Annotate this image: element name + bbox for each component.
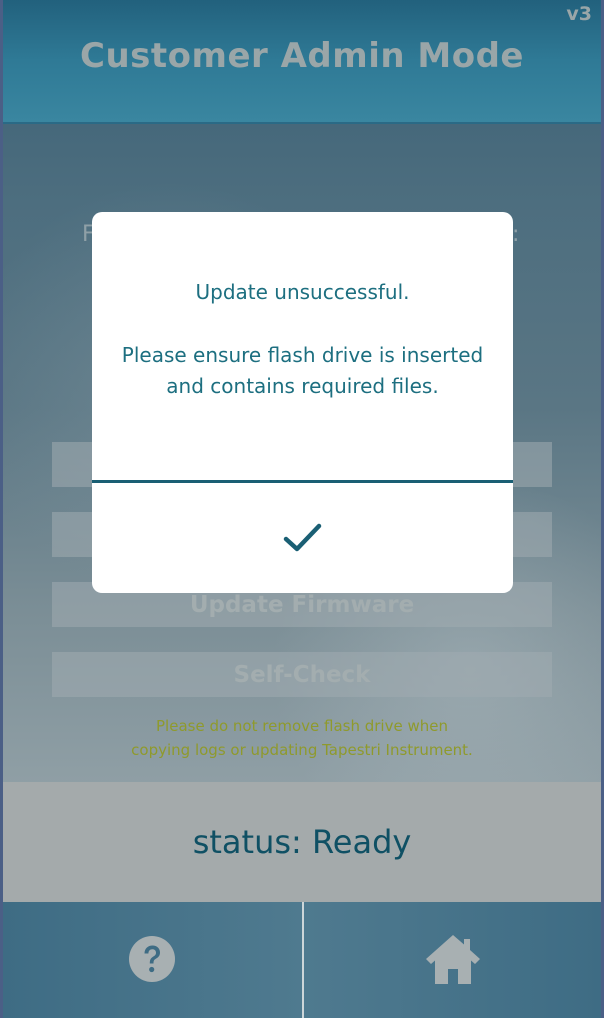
dialog-message-line-1: Please ensure flash drive is inserted	[121, 343, 484, 367]
help-button[interactable]	[128, 935, 176, 983]
dialog-title: Update unsuccessful.	[195, 280, 410, 304]
self-check-label: Self-Check	[233, 661, 371, 688]
version-label: v3	[566, 3, 592, 25]
checkmark-icon	[283, 523, 321, 552]
dialog-confirm-button[interactable]	[92, 483, 513, 593]
status-bar: status: Ready	[0, 782, 604, 902]
dialog-message-line-2: and contains required files.	[166, 374, 439, 398]
admin-screen: Customer Admin Mode v3 F : Update Firmwa…	[0, 0, 604, 1018]
update-firmware-label: Update Firmware	[189, 591, 415, 618]
error-dialog: Update unsuccessful. Please ensure flash…	[92, 212, 513, 593]
page-title: Customer Admin Mode	[80, 36, 524, 76]
warning-line-2: copying logs or updating Tapestri Instru…	[131, 741, 473, 759]
warning-line-1: Please do not remove flash drive when	[156, 717, 448, 735]
question-circle-icon	[129, 936, 175, 982]
home-icon	[426, 935, 480, 984]
status-text: status: Ready	[192, 823, 412, 861]
header: Customer Admin Mode v3	[0, 0, 604, 124]
bottom-nav	[0, 902, 604, 1018]
home-button[interactable]	[424, 932, 482, 986]
dialog-message: Please ensure flash drive is inserted an…	[92, 340, 513, 402]
self-check-button[interactable]: Self-Check	[52, 652, 552, 697]
nav-divider	[302, 902, 304, 1018]
obscured-label-right: :	[512, 222, 520, 247]
frame-left-edge	[0, 0, 3, 1018]
flash-drive-warning: Please do not remove flash drive when co…	[0, 714, 604, 762]
